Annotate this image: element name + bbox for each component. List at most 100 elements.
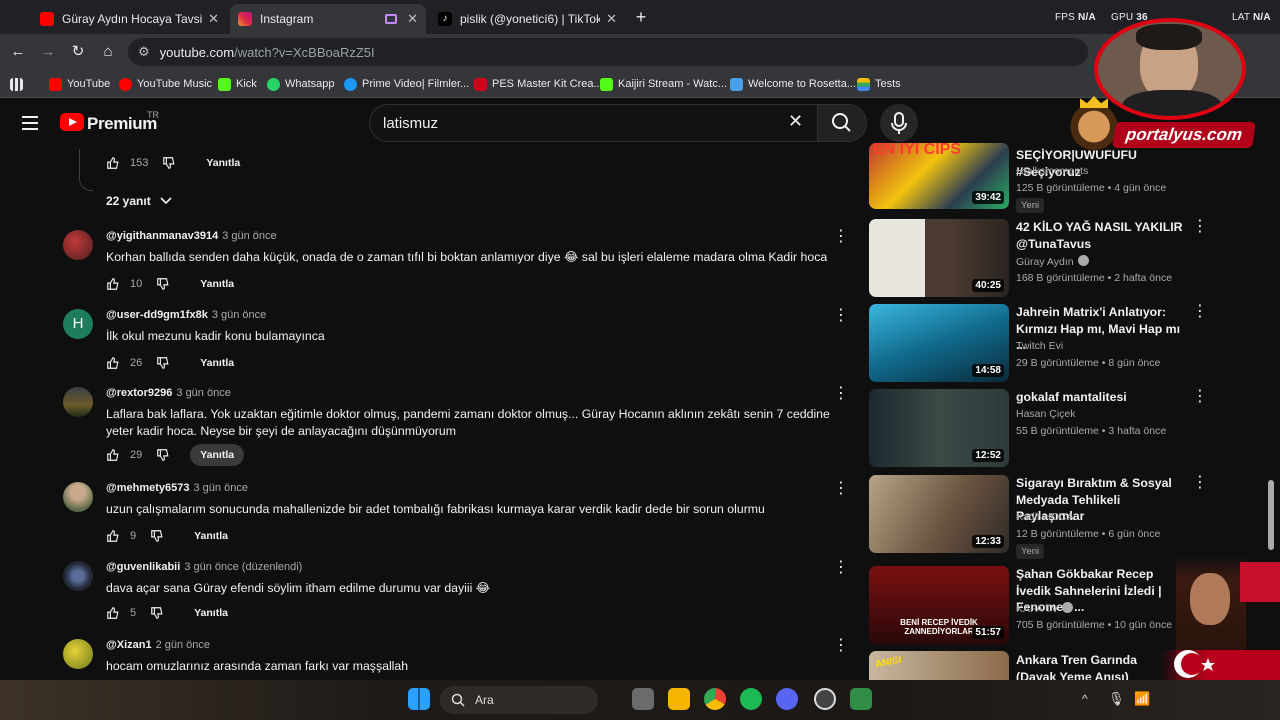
windows-start-icon[interactable] bbox=[408, 688, 430, 710]
comment-author[interactable]: @guvenlikabii bbox=[106, 561, 180, 573]
voice-search-button[interactable] bbox=[880, 104, 918, 142]
search-button[interactable] bbox=[817, 104, 867, 142]
dislike-icon[interactable] bbox=[156, 356, 170, 370]
bookmark-kick[interactable]: Kick bbox=[218, 76, 257, 92]
bookmark-youtube[interactable]: YouTube bbox=[49, 76, 110, 92]
dislike-icon[interactable] bbox=[156, 277, 170, 291]
bookmark-tests[interactable]: Tests bbox=[857, 76, 901, 92]
close-tab-icon[interactable]: ✕ bbox=[208, 11, 219, 27]
discord-icon[interactable] bbox=[776, 688, 798, 710]
channel-name[interactable]: Güray Aydın bbox=[1016, 255, 1089, 268]
video-thumbnail[interactable]: ANISI bbox=[869, 651, 1009, 680]
microphone-tray-icon[interactable]: 🎙 bbox=[1108, 691, 1125, 707]
clear-search-icon[interactable]: ✕ bbox=[788, 112, 803, 130]
reply-button[interactable]: Yanıtla bbox=[184, 602, 238, 624]
comment-time[interactable]: 3 gün önce bbox=[212, 309, 266, 321]
home-button[interactable]: ⌂ bbox=[98, 42, 118, 62]
channel-name[interactable]: Kadir HOCA bbox=[1016, 511, 1074, 523]
wifi-icon[interactable]: 📶 bbox=[1134, 691, 1150, 707]
reply-button[interactable]: Yanıtla bbox=[190, 273, 244, 295]
close-tab-icon[interactable]: ✕ bbox=[407, 11, 418, 27]
reload-button[interactable]: ↻ bbox=[68, 42, 88, 62]
more-actions-icon[interactable]: ⋮ bbox=[1192, 389, 1208, 405]
comment-time[interactable]: 3 gün önce bbox=[222, 230, 276, 242]
more-actions-icon[interactable]: ⋮ bbox=[833, 308, 849, 324]
bookmark-pes-master[interactable]: PES Master Kit Crea... bbox=[474, 76, 603, 92]
more-actions-icon[interactable]: ⋮ bbox=[833, 560, 849, 576]
video-thumbnail[interactable]: 12:33 bbox=[869, 475, 1009, 553]
like-icon[interactable] bbox=[106, 277, 120, 291]
reply-button[interactable]: Yanıtla bbox=[190, 444, 245, 466]
replies-toggle[interactable]: 22 yanıt bbox=[106, 194, 173, 208]
channel-name[interactable]: Hasan Çiçek bbox=[1016, 408, 1076, 420]
avatar[interactable] bbox=[63, 230, 93, 260]
tab-youtube[interactable]: Güray Aydın Hocaya Tavsiyemdir ✕ bbox=[32, 4, 227, 34]
comment-author[interactable]: @rextor9296 bbox=[106, 387, 172, 399]
avatar[interactable] bbox=[63, 482, 93, 512]
like-icon[interactable] bbox=[106, 606, 120, 620]
avatar[interactable] bbox=[63, 639, 93, 669]
more-actions-icon[interactable]: ⋮ bbox=[1192, 475, 1208, 491]
recommended-video[interactable]: 14:58 Jahrein Matrix'i Anlatıyor: Kırmız… bbox=[869, 304, 1269, 384]
comment-time[interactable]: 3 gün önce (düzenlendi) bbox=[184, 561, 302, 573]
comment-author[interactable]: @user-dd9gm1fx8k bbox=[106, 309, 208, 321]
recommended-video[interactable]: EN İYİ CİPS 39:42 SEÇİYOR|UWUFUFU #Seçiy… bbox=[869, 143, 1269, 216]
comment-author[interactable]: @mehmety6573 bbox=[106, 482, 190, 494]
more-actions-icon[interactable]: ⋮ bbox=[833, 481, 849, 497]
bookmark-prime-video[interactable]: Prime Video| Filmler... bbox=[344, 76, 469, 92]
dislike-icon[interactable] bbox=[150, 529, 164, 543]
task-view-icon[interactable] bbox=[632, 688, 654, 710]
reply-button[interactable]: Yanıtla bbox=[196, 152, 250, 174]
reply-button[interactable]: Yanıtla bbox=[184, 525, 238, 547]
obs-icon[interactable] bbox=[814, 688, 836, 710]
recommended-video[interactable]: 40:25 42 KİLO YAĞ NASIL YAKILIR @TunaTav… bbox=[869, 219, 1269, 299]
file-explorer-icon[interactable] bbox=[668, 688, 690, 710]
dislike-icon[interactable] bbox=[162, 156, 176, 170]
channel-name[interactable]: Htalksmoments bbox=[1016, 165, 1088, 177]
video-title[interactable]: gokalaf mantalitesi bbox=[1016, 389, 1184, 406]
scrollbar-thumb[interactable] bbox=[1268, 480, 1274, 550]
more-actions-icon[interactable]: ⋮ bbox=[833, 386, 849, 402]
recommended-video[interactable]: 12:33 Sigarayı Bıraktım & Sosyal Medyada… bbox=[869, 475, 1269, 560]
chrome-icon[interactable] bbox=[704, 688, 726, 710]
bookmark-kaijiri[interactable]: Kaijiri Stream - Watc... bbox=[600, 76, 727, 92]
bookmark-whatsapp[interactable]: Whatsapp bbox=[267, 76, 335, 92]
reply-button[interactable]: Yanıtla bbox=[190, 352, 244, 374]
recommended-video[interactable]: 12:52 gokalaf mantalitesi Hasan Çiçek 55… bbox=[869, 389, 1269, 469]
search-input[interactable]: latismuz bbox=[369, 104, 817, 142]
bookmark-youtube-music[interactable]: YouTube Music bbox=[119, 76, 212, 92]
dislike-icon[interactable] bbox=[150, 606, 164, 620]
forward-button[interactable]: → bbox=[38, 42, 58, 62]
more-actions-icon[interactable]: ⋮ bbox=[1192, 304, 1208, 320]
avatar[interactable] bbox=[63, 561, 93, 591]
more-actions-icon[interactable]: ⋮ bbox=[833, 229, 849, 245]
avatar[interactable] bbox=[63, 387, 93, 417]
tab-instagram[interactable]: Instagram ✕ bbox=[230, 4, 426, 34]
comment-time[interactable]: 2 gün önce bbox=[156, 639, 210, 651]
like-icon[interactable] bbox=[106, 448, 120, 462]
taskbar-search[interactable]: Ara bbox=[440, 686, 598, 714]
avatar[interactable]: H bbox=[63, 309, 93, 339]
video-thumbnail[interactable]: 12:52 bbox=[869, 389, 1009, 467]
comment-time[interactable]: 3 gün önce bbox=[176, 387, 230, 399]
like-icon[interactable] bbox=[106, 156, 120, 170]
tray-chevron-icon[interactable]: ^ bbox=[1082, 692, 1088, 706]
back-button[interactable]: ← bbox=[8, 42, 28, 62]
comment-time[interactable]: 3 gün önce bbox=[194, 482, 248, 494]
video-thumbnail[interactable]: EN İYİ CİPS 39:42 bbox=[869, 143, 1009, 209]
video-thumbnail[interactable]: 14:58 bbox=[869, 304, 1009, 382]
video-thumbnail[interactable]: BENİ RECEP İVEDİK ZANNEDİYORLAR 51:57 bbox=[869, 566, 1009, 644]
tab-tiktok[interactable]: ♪ pislik (@yoneticí6) | TikTok ✕ bbox=[430, 4, 625, 34]
spotify-icon[interactable] bbox=[740, 688, 762, 710]
channel-name[interactable]: KAFA TV bbox=[1016, 602, 1074, 615]
video-thumbnail[interactable]: 40:25 bbox=[869, 219, 1009, 297]
more-actions-icon[interactable]: ⋮ bbox=[1192, 219, 1208, 235]
comment-author[interactable]: @Xizan1 bbox=[106, 639, 152, 651]
more-actions-icon[interactable]: ⋮ bbox=[833, 638, 849, 654]
like-icon[interactable] bbox=[106, 529, 120, 543]
hamburger-menu-icon[interactable] bbox=[22, 116, 38, 130]
youtube-logo-icon[interactable] bbox=[60, 113, 84, 131]
dislike-icon[interactable] bbox=[156, 448, 170, 462]
apps-icon[interactable] bbox=[10, 76, 28, 92]
comment-author[interactable]: @yigithanmanav3914 bbox=[106, 230, 218, 242]
